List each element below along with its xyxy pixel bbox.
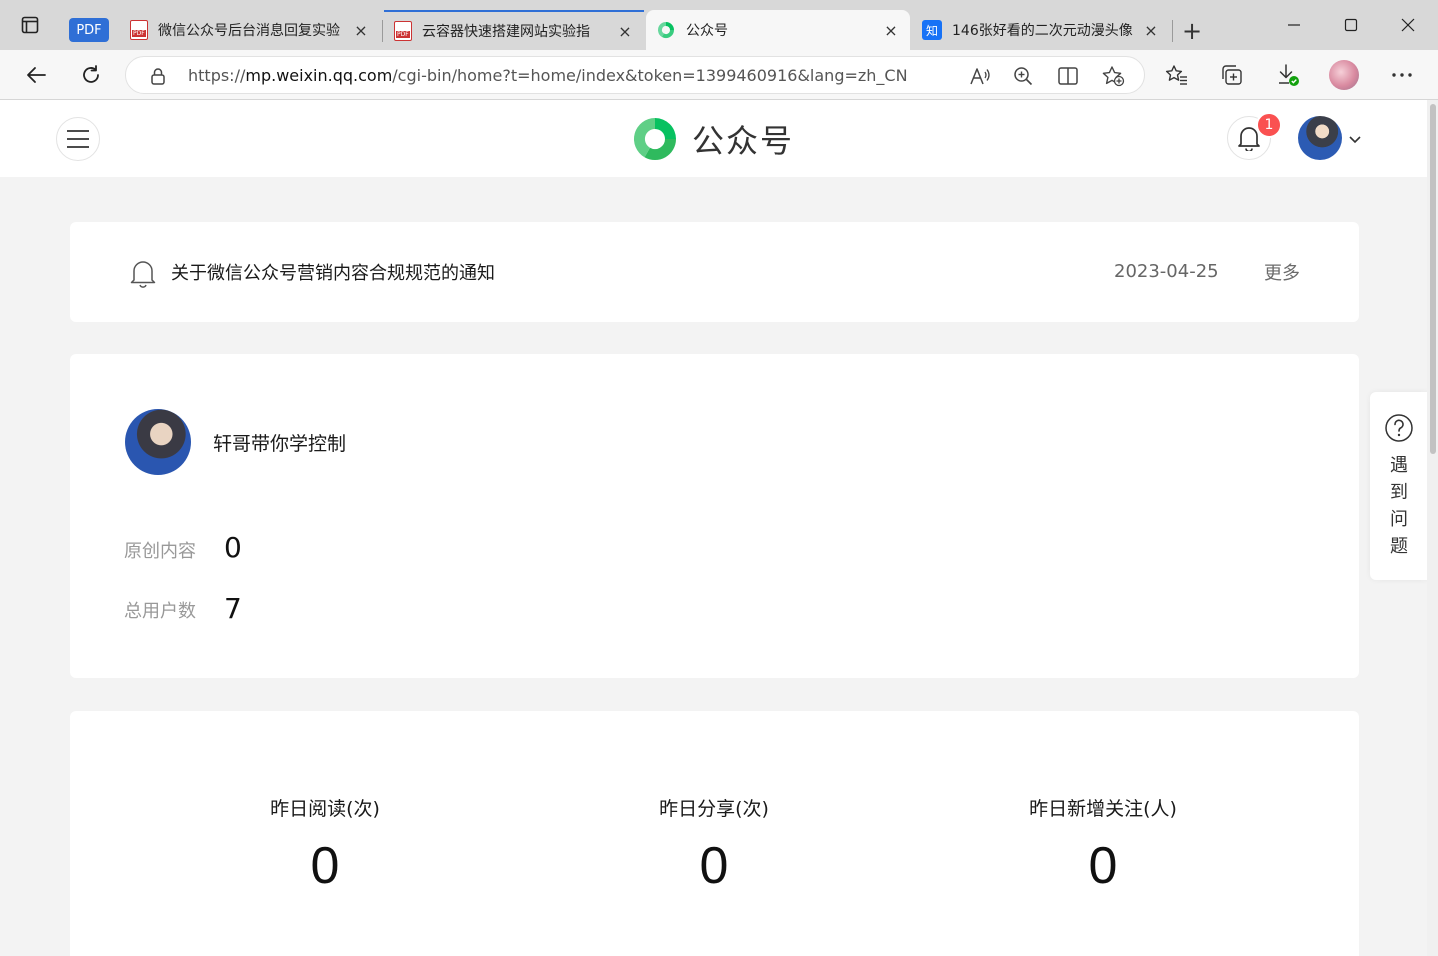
- browser-toolbar: https://mp.weixin.qq.com/cgi-bin/home?t=…: [0, 50, 1438, 100]
- stat-label-original-content: 原创内容: [124, 541, 196, 562]
- address-bar[interactable]: https://mp.weixin.qq.com/cgi-bin/home?t=…: [125, 56, 1145, 94]
- close-window-icon[interactable]: [1393, 14, 1423, 36]
- menu-button[interactable]: [56, 117, 100, 161]
- page-scrollbar[interactable]: [1427, 100, 1438, 956]
- brand-name: 公众号: [692, 122, 795, 160]
- add-favorite-icon[interactable]: [1101, 65, 1125, 91]
- wechat-mp-icon: [657, 21, 674, 39]
- account-avatar[interactable]: [125, 409, 191, 475]
- pdf-tab-group-icon[interactable]: PDF: [69, 18, 109, 42]
- scrollbar-thumb[interactable]: [1430, 104, 1436, 454]
- metric-value-new-followers: 0: [1088, 837, 1118, 895]
- stat-value-original-content[interactable]: 0: [224, 531, 242, 564]
- mp-header: 公众号 1: [0, 100, 1427, 177]
- notice-date: 2023-04-25: [1114, 261, 1219, 282]
- help-button[interactable]: 遇 到 问 题: [1370, 392, 1428, 580]
- user-avatar[interactable]: [1298, 116, 1342, 160]
- question-icon: [1384, 413, 1414, 447]
- url-text: https://mp.weixin.qq.com/cgi-bin/home?t=…: [188, 66, 908, 85]
- url-path: /cgi-bin/home?t=home/index&token=1399460…: [392, 66, 908, 85]
- close-icon[interactable]: ×: [882, 21, 900, 40]
- browser-tab-strip: PDF 微信公众号后台消息回复实验 × 云容器快速搭建网站实验指 × 公众号 ×…: [0, 0, 1438, 50]
- metric-label-reads: 昨日阅读(次): [270, 798, 380, 820]
- tab-title: 微信公众号后台消息回复实验: [158, 23, 340, 39]
- close-icon[interactable]: ×: [1142, 21, 1160, 40]
- maximize-icon[interactable]: [1336, 14, 1366, 36]
- metric-value-reads: 0: [310, 837, 340, 895]
- back-icon[interactable]: [23, 62, 49, 88]
- pdf-pill-label: PDF: [76, 22, 102, 38]
- metric-label-shares: 昨日分享(次): [659, 798, 769, 820]
- profile-avatar[interactable]: [1329, 60, 1359, 90]
- pdf-icon: [394, 21, 412, 41]
- notification-badge: 1: [1256, 112, 1282, 138]
- hamburger-icon: [67, 130, 89, 148]
- chevron-down-icon[interactable]: [1348, 130, 1362, 149]
- tab-separator: [1172, 20, 1173, 42]
- zoom-icon[interactable]: [1013, 66, 1033, 90]
- tab-wechat-mp[interactable]: 公众号 ×: [646, 10, 910, 50]
- metric-label-new-followers: 昨日新增关注(人): [1029, 798, 1177, 820]
- help-label-char: 到: [1390, 482, 1408, 503]
- more-options-icon[interactable]: [1389, 62, 1415, 88]
- account-card: 轩哥带你学控制 原创内容 0 总用户数 7: [70, 354, 1359, 678]
- refresh-icon[interactable]: [78, 62, 104, 88]
- split-screen-icon[interactable]: [1057, 66, 1079, 90]
- lock-icon[interactable]: [150, 67, 166, 89]
- close-icon[interactable]: ×: [352, 21, 370, 40]
- close-icon[interactable]: ×: [616, 22, 634, 41]
- account-name[interactable]: 轩哥带你学控制: [213, 429, 346, 456]
- help-label-char: 题: [1390, 536, 1408, 557]
- notice-title-link[interactable]: 关于微信公众号营销内容合规规范的通知: [171, 259, 495, 285]
- pdf-icon: [130, 20, 148, 40]
- notice-bell-icon: [130, 258, 156, 292]
- tab-title: 146张好看的二次元动漫头像: [952, 23, 1133, 39]
- tab-separator: [382, 20, 383, 42]
- downloads-icon[interactable]: [1275, 62, 1301, 88]
- collections-icon[interactable]: [1219, 62, 1245, 88]
- stat-value-total-users[interactable]: 7: [224, 592, 242, 625]
- zhihu-icon: 知: [922, 20, 942, 40]
- tab-title: 云容器快速搭建网站实验指: [422, 24, 590, 40]
- help-label-char: 问: [1390, 509, 1408, 530]
- help-label-char: 遇: [1390, 455, 1408, 476]
- notice-card: 关于微信公众号营销内容合规规范的通知 2023-04-25 更多: [70, 222, 1359, 322]
- url-prefix: https://: [188, 66, 246, 85]
- favorites-icon[interactable]: [1164, 62, 1190, 88]
- help-label: 遇 到 问 题: [1370, 452, 1428, 560]
- tab-wechat-reply-pdf[interactable]: 微信公众号后台消息回复实验 ×: [120, 10, 380, 50]
- tab-title: 公众号: [686, 23, 728, 39]
- brand-logo[interactable]: 公众号: [632, 116, 794, 162]
- read-aloud-icon[interactable]: [969, 66, 991, 90]
- new-tab-button[interactable]: +: [1182, 19, 1202, 43]
- wechat-mp-logo-icon: [633, 117, 676, 161]
- url-host: mp.weixin.qq.com: [245, 66, 393, 85]
- minimize-icon[interactable]: [1279, 14, 1309, 36]
- metric-value-shares: 0: [699, 837, 729, 895]
- tab-actions-icon[interactable]: [19, 14, 41, 36]
- stat-label-total-users: 总用户数: [124, 601, 196, 622]
- page-content: 公众号 1 关于微信公众号营销内容合规规范的通知 2023-04-25 更多 轩…: [0, 100, 1427, 956]
- yesterday-data-card: 昨日阅读(次) 0 昨日分享(次) 0 昨日新增关注(人) 0: [70, 711, 1359, 956]
- notice-more-link[interactable]: 更多: [1264, 259, 1300, 285]
- tab-zhihu-avatars[interactable]: 知 146张好看的二次元动漫头像 ×: [912, 10, 1170, 50]
- tab-container-pdf[interactable]: 云容器快速搭建网站实验指 ×: [384, 10, 644, 50]
